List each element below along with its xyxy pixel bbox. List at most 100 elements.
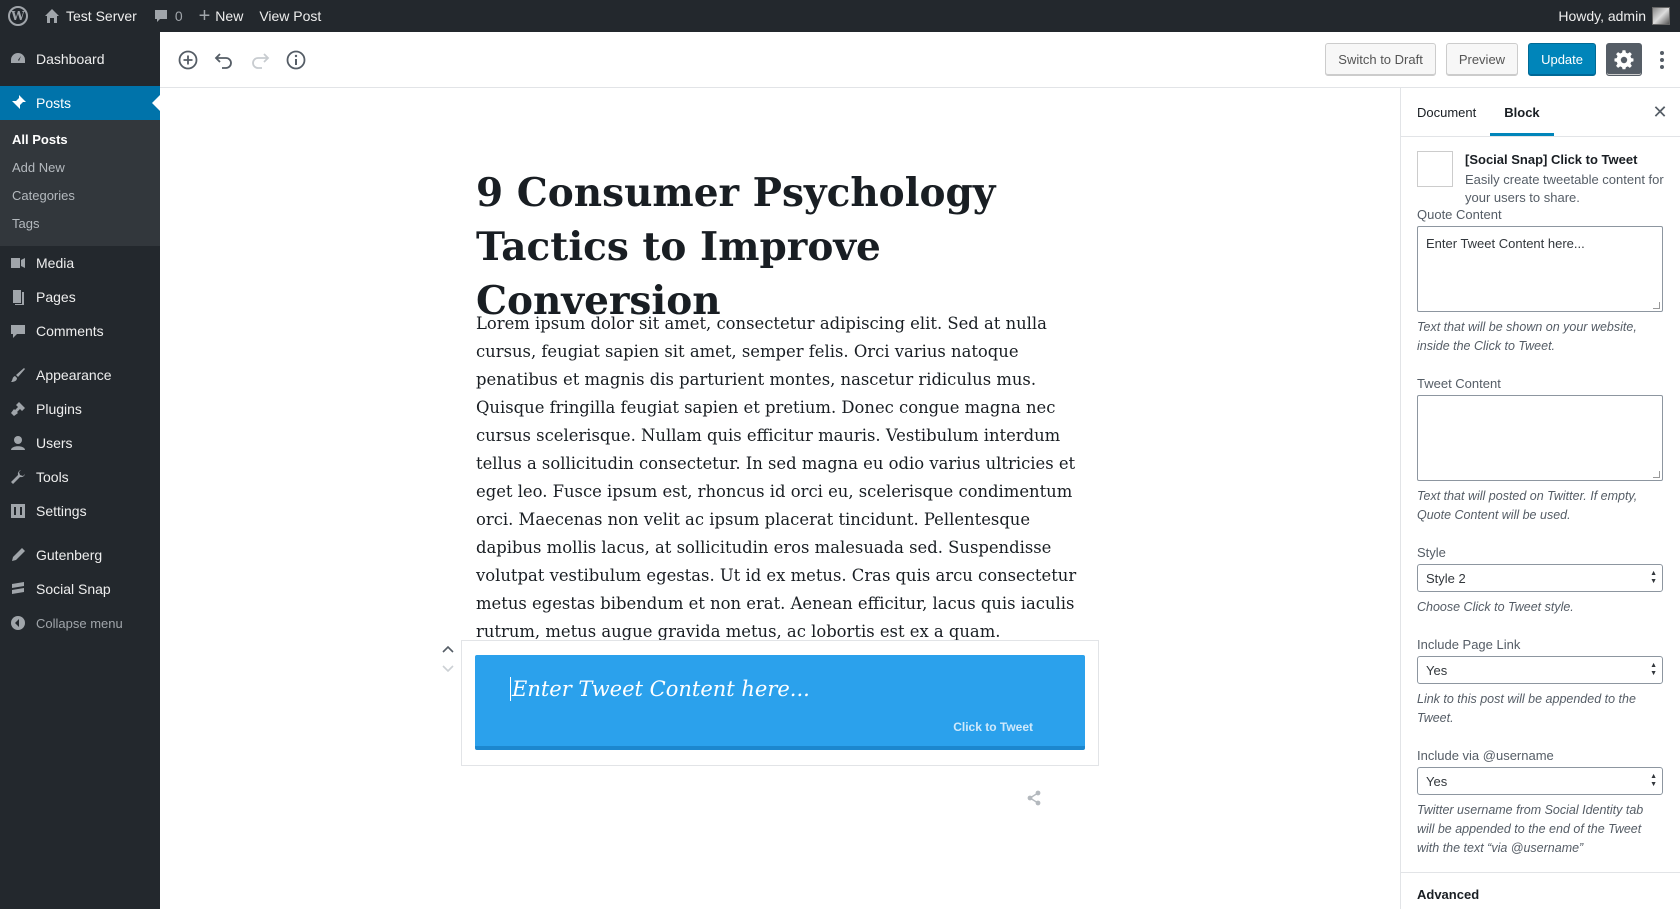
- settings-icon: [8, 501, 28, 521]
- chevron-down-icon[interactable]: [441, 664, 455, 674]
- select-arrows-icon: ▲ ▼: [1650, 570, 1657, 585]
- block-card: [Social Snap] Click to Tweet Easily crea…: [1417, 151, 1664, 207]
- submenu-all-posts[interactable]: All Posts: [0, 126, 160, 154]
- post-title[interactable]: 9 Consumer Psychology Tactics to Improve…: [476, 166, 1096, 328]
- chevron-up-icon[interactable]: [441, 644, 455, 654]
- collapse-menu-button[interactable]: Collapse menu: [0, 606, 160, 640]
- redo-button[interactable]: [248, 48, 272, 72]
- menu-label: Dashboard: [36, 51, 105, 67]
- gear-icon: [1614, 49, 1634, 69]
- new-label: New: [215, 8, 244, 24]
- tweet-content-help: Text that will posted on Twitter. If emp…: [1417, 489, 1638, 522]
- update-button[interactable]: Update: [1528, 43, 1596, 76]
- pencil-icon: [8, 545, 28, 565]
- wordpress-logo-button[interactable]: W: [0, 0, 36, 32]
- menu-item-appearance[interactable]: Appearance: [0, 358, 160, 392]
- close-icon[interactable]: ✕: [1640, 88, 1680, 136]
- wrench-icon: [8, 467, 28, 487]
- submenu-tags[interactable]: Tags: [0, 210, 160, 238]
- menu-item-comments[interactable]: Comments: [0, 314, 160, 348]
- collapse-label: Collapse menu: [36, 615, 123, 631]
- dot-icon: [1660, 57, 1664, 62]
- menu-label: Users: [36, 435, 73, 451]
- content-info-button[interactable]: [284, 48, 308, 72]
- advanced-panel-toggle[interactable]: Advanced: [1401, 872, 1680, 909]
- my-account-menu[interactable]: Howdy, admin: [1558, 7, 1680, 25]
- tab-document[interactable]: Document: [1403, 88, 1490, 136]
- undo-button[interactable]: [212, 48, 236, 72]
- menu-item-plugins[interactable]: Plugins: [0, 392, 160, 426]
- tab-block[interactable]: Block: [1490, 88, 1554, 136]
- quote-content-textarea[interactable]: Enter Tweet Content here...: [1417, 226, 1663, 312]
- media-icon: [8, 253, 28, 273]
- avatar: [1652, 7, 1670, 25]
- click-to-tweet-block[interactable]: Enter Tweet Content here... Click to Twe…: [475, 655, 1085, 750]
- menu-label: Plugins: [36, 401, 82, 417]
- share-icon: [1026, 790, 1042, 809]
- switch-to-draft-button[interactable]: Switch to Draft: [1325, 43, 1436, 76]
- sidebar-tabs: Document Block ✕: [1401, 88, 1680, 137]
- quote-content-label: Quote Content: [1417, 207, 1502, 222]
- editor-toolbar: Switch to Draft Preview Update: [160, 32, 1680, 88]
- include-page-link-label: Include Page Link: [1417, 637, 1521, 652]
- comment-icon: [154, 10, 167, 22]
- info-icon: [286, 50, 306, 69]
- include-page-link-value: Yes: [1426, 662, 1448, 678]
- pushpin-icon: [8, 93, 28, 113]
- style-select[interactable]: Style 2 ▲ ▼: [1417, 564, 1663, 592]
- preview-button[interactable]: Preview: [1445, 43, 1519, 76]
- paintbrush-icon: [8, 365, 28, 385]
- settings-toggle-button[interactable]: [1606, 43, 1642, 76]
- view-post-label: View Post: [259, 8, 322, 24]
- paragraph-block[interactable]: Lorem ipsum dolor sit amet, consectetur …: [476, 310, 1096, 646]
- select-arrows-icon: ▲ ▼: [1650, 773, 1657, 788]
- menu-label: Gutenberg: [36, 547, 103, 563]
- plus-icon: +: [198, 5, 211, 27]
- view-post-link[interactable]: View Post: [251, 0, 329, 32]
- social-snap-icon: [8, 579, 28, 599]
- user-icon: [8, 433, 28, 453]
- block-mover: [441, 644, 455, 674]
- pages-icon: [8, 287, 28, 307]
- comments-link[interactable]: 0: [145, 0, 191, 32]
- menu-item-posts[interactable]: Posts: [0, 86, 160, 120]
- wordpress-icon: W: [8, 6, 28, 26]
- redo-icon: [252, 52, 270, 69]
- submenu-categories[interactable]: Categories: [0, 182, 160, 210]
- submenu-add-new[interactable]: Add New: [0, 154, 160, 182]
- tweet-content-textarea[interactable]: [1417, 395, 1663, 481]
- more-menu-button[interactable]: [1652, 48, 1672, 72]
- menu-item-social-snap[interactable]: Social Snap: [0, 572, 160, 606]
- menu-label: Posts: [36, 95, 72, 111]
- menu-label: Comments: [36, 323, 104, 339]
- admin-sidebar: Dashboard Posts All Posts Add New Catego…: [0, 32, 160, 909]
- tweet-content-input[interactable]: Enter Tweet Content here...: [510, 677, 810, 701]
- menu-item-settings[interactable]: Settings: [0, 494, 160, 528]
- include-via-value: Yes: [1426, 773, 1448, 789]
- menu-label: Social Snap: [36, 581, 111, 597]
- comment-icon: [8, 321, 28, 341]
- menu-label: Settings: [36, 503, 87, 519]
- block-description: Easily create tweetable content for your…: [1465, 172, 1664, 205]
- block-type-icon: [1417, 151, 1453, 187]
- howdy-label: Howdy, admin: [1558, 8, 1646, 24]
- menu-label: Media: [36, 255, 75, 271]
- menu-item-media[interactable]: Media: [0, 246, 160, 280]
- plus-circle-icon: [178, 50, 198, 69]
- style-value: Style 2: [1426, 570, 1466, 586]
- menu-item-tools[interactable]: Tools: [0, 460, 160, 494]
- menu-item-pages[interactable]: Pages: [0, 280, 160, 314]
- site-name-link[interactable]: Test Server: [36, 0, 145, 32]
- menu-item-users[interactable]: Users: [0, 426, 160, 460]
- editor-canvas: 9 Consumer Psychology Tactics to Improve…: [160, 88, 1400, 909]
- menu-item-dashboard[interactable]: Dashboard: [0, 42, 160, 76]
- add-block-button[interactable]: [176, 48, 200, 72]
- select-arrows-icon: ▲ ▼: [1650, 662, 1657, 677]
- menu-item-gutenberg[interactable]: Gutenberg: [0, 538, 160, 572]
- include-page-link-select[interactable]: Yes ▲ ▼: [1417, 656, 1663, 684]
- menu-label: Tools: [36, 469, 69, 485]
- new-content-link[interactable]: + New: [191, 0, 252, 32]
- style-label: Style: [1417, 545, 1446, 560]
- include-via-select[interactable]: Yes ▲ ▼: [1417, 767, 1663, 795]
- menu-label: Appearance: [36, 367, 112, 383]
